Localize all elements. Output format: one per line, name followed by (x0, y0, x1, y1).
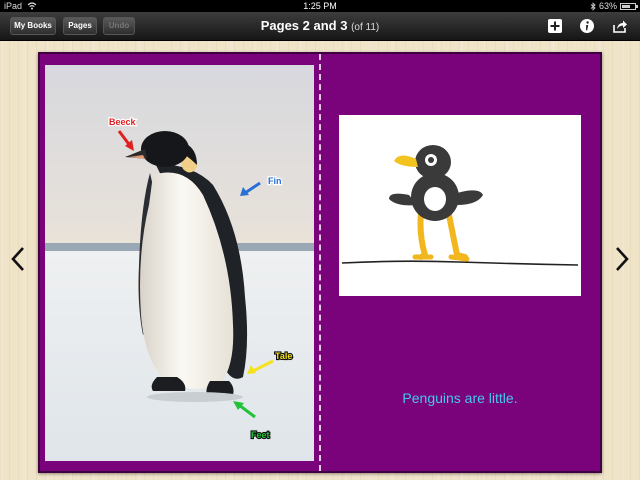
battery-icon (620, 2, 638, 10)
penguin-photo[interactable]: Beeck Fin Tale Feet (45, 65, 314, 461)
status-time: 1:25 PM (303, 1, 337, 11)
tail-label: Tale (275, 351, 292, 361)
status-bar: iPad 1:25 PM 63% (0, 0, 640, 12)
toolbar: My Books Pages Undo Pages 2 and 3 (of 11… (0, 12, 640, 41)
plus-icon[interactable] (547, 18, 563, 34)
beak-label: Beeck (109, 117, 137, 127)
fin-label: Fin (268, 176, 282, 186)
page-title-text: Pages 2 and 3 (260, 18, 348, 33)
page-title: Pages 2 and 3 (of 11) (0, 12, 640, 40)
battery-percent: 63% (598, 1, 617, 11)
feet-label: Feet (251, 430, 270, 440)
info-icon[interactable] (579, 18, 595, 34)
penguin-photo-illustration: Beeck Fin Tale Feet (45, 65, 314, 461)
page-caption: Penguins are little. (402, 390, 518, 406)
share-icon[interactable] (612, 18, 628, 34)
chevron-right-icon[interactable] (614, 246, 630, 272)
status-right: 63% (590, 0, 638, 12)
page-divider (319, 54, 321, 471)
bluetooth-icon (590, 1, 596, 11)
page-count: (of 11) (351, 22, 380, 33)
penguin-drawing[interactable] (339, 115, 581, 296)
penguin-drawing-illustration (341, 145, 579, 266)
chevron-left-icon[interactable] (10, 246, 26, 272)
book-spread: Beeck Fin Tale Feet Penguins are little. (38, 52, 602, 473)
